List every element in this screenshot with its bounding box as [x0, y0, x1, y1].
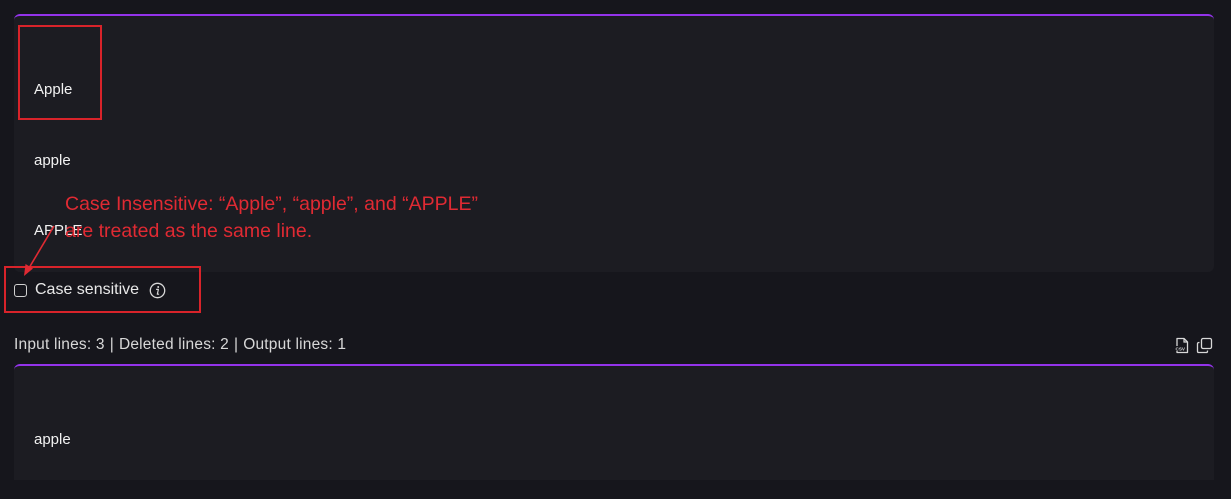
- output-lines: apple: [34, 381, 71, 499]
- output-textarea[interactable]: apple: [14, 364, 1214, 480]
- input-line: apple: [34, 151, 71, 169]
- input-lines: Apple apple APPLE: [34, 31, 82, 290]
- case-sensitive-label[interactable]: Case sensitive: [35, 281, 139, 299]
- input-lines-count: Input lines: 3: [14, 336, 105, 353]
- stats-line: Input lines: 3 | Deleted lines: 2 | Output l…: [14, 336, 346, 354]
- stats-separator: |: [233, 336, 239, 353]
- stats-separator: |: [109, 336, 114, 353]
- case-sensitive-option: Case sensitive: [14, 279, 166, 301]
- output-line: apple: [34, 431, 71, 448]
- annotation-line-1: Case Insensitive: “Apple”, “apple”, and …: [65, 193, 478, 215]
- svg-text:CSV: CSV: [1176, 346, 1186, 351]
- info-icon[interactable]: [149, 282, 166, 299]
- annotation-line-2: are treated as the same line.: [65, 220, 313, 242]
- deleted-lines-count: Deleted lines: 2: [118, 336, 229, 353]
- csv-file-icon[interactable]: CSV: [1174, 337, 1190, 354]
- case-sensitive-checkbox[interactable]: [14, 283, 27, 297]
- copy-icon[interactable]: [1196, 337, 1213, 354]
- annotation-text: Case Insensitive: “Apple”, “apple”, and …: [65, 191, 478, 245]
- input-line: Apple: [34, 81, 73, 98]
- output-lines-count: Output lines: 1: [243, 336, 347, 353]
- output-toolbar: CSV: [1174, 337, 1213, 354]
